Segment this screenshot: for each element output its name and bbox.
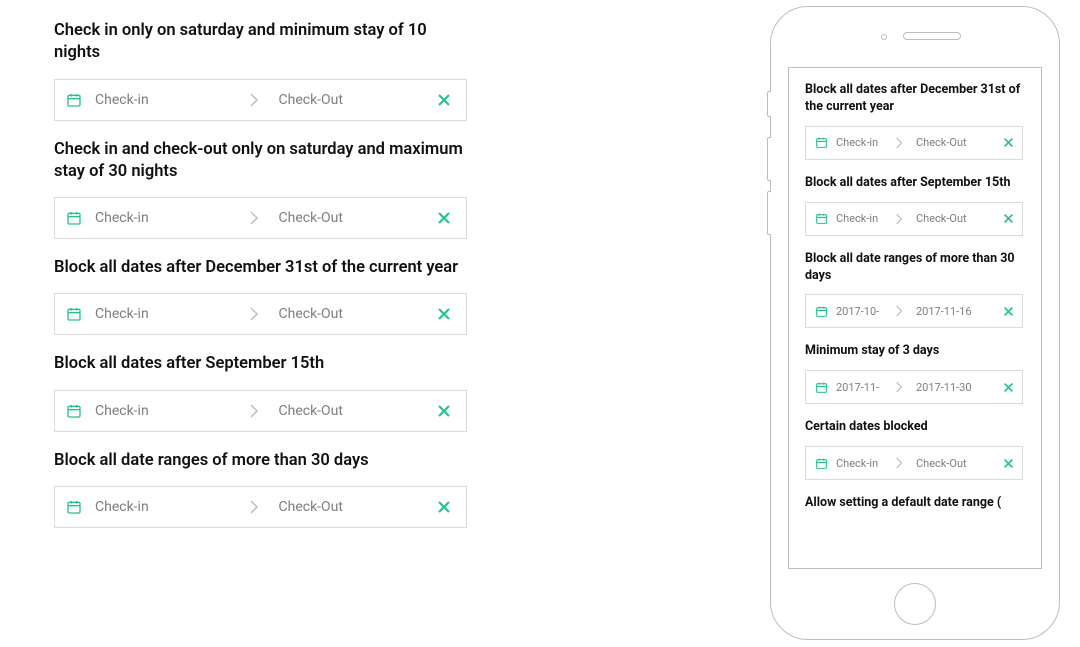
calendar-icon	[55, 210, 93, 226]
clear-button[interactable]	[422, 500, 466, 514]
checkin-field[interactable]: Check-in	[93, 306, 239, 322]
phone-frame: Block all dates after December 31st of t…	[770, 6, 1060, 640]
calendar-icon	[55, 499, 93, 515]
date-range-input[interactable]: Check-in Check-Out	[54, 390, 467, 432]
example-item: Check in only on saturday and minimum st…	[54, 20, 520, 121]
date-range-input[interactable]: 2017-10- 2017-11-16	[805, 294, 1023, 328]
date-range-input[interactable]: Check-in Check-Out	[54, 79, 467, 121]
checkout-field[interactable]: Check-Out	[910, 136, 994, 149]
checkin-field[interactable]: Check-in	[93, 210, 239, 226]
checkin-field[interactable]: Check-in	[93, 92, 239, 108]
date-range-input[interactable]: Check-in Check-Out	[54, 197, 467, 239]
phone-speaker	[903, 32, 961, 40]
calendar-icon	[806, 457, 836, 470]
checkout-field[interactable]: Check-Out	[910, 457, 994, 470]
chevron-right-icon	[888, 213, 910, 225]
chevron-right-icon	[888, 381, 910, 393]
clear-button[interactable]	[422, 93, 466, 107]
phone-side-button	[767, 137, 771, 181]
example-title: Block all dates after December 31st of t…	[54, 257, 464, 279]
chevron-right-icon	[888, 457, 910, 469]
example-item: Block all dates after December 31st of t…	[805, 82, 1027, 160]
example-title: Check in and check-out only on saturday …	[54, 139, 464, 184]
example-item: Minimum stay of 3 days 2017-11- 2017-11-…	[805, 343, 1027, 404]
phone-side-button	[767, 91, 771, 117]
clear-button[interactable]	[994, 458, 1022, 469]
example-item: Allow setting a default date range (	[805, 495, 1027, 512]
example-item: Block all date ranges of more than 30 da…	[805, 251, 1027, 329]
device-preview: Block all dates after December 31st of t…	[770, 6, 1060, 640]
clear-button[interactable]	[994, 213, 1022, 224]
checkout-field[interactable]: Check-Out	[910, 212, 994, 225]
checkin-field[interactable]: 2017-10-	[836, 305, 888, 318]
example-title: Block all date ranges of more than 30 da…	[54, 450, 464, 472]
phone-home-button	[894, 583, 936, 625]
example-title: Certain dates blocked	[805, 419, 1027, 436]
phone-screen[interactable]: Block all dates after December 31st of t…	[788, 67, 1042, 569]
checkout-field[interactable]: Check-Out	[269, 403, 423, 419]
example-title: Block all dates after December 31st of t…	[805, 82, 1027, 116]
clear-button[interactable]	[422, 211, 466, 225]
date-range-input[interactable]: Check-in Check-Out	[54, 293, 467, 335]
phone-camera	[881, 34, 887, 40]
checkout-field[interactable]: Check-Out	[269, 92, 423, 108]
checkout-field[interactable]: 2017-11-30	[910, 381, 994, 394]
chevron-right-icon	[239, 93, 269, 107]
example-title: Block all date ranges of more than 30 da…	[805, 251, 1027, 285]
example-item: Block all dates after December 31st of t…	[54, 257, 520, 335]
checkin-field[interactable]: Check-in	[836, 136, 888, 149]
example-title: Minimum stay of 3 days	[805, 343, 1027, 360]
calendar-icon	[806, 381, 836, 394]
checkout-field[interactable]: Check-Out	[269, 306, 423, 322]
clear-button[interactable]	[994, 306, 1022, 317]
calendar-icon	[55, 92, 93, 108]
clear-button[interactable]	[422, 404, 466, 418]
chevron-right-icon	[239, 211, 269, 225]
date-range-input[interactable]: Check-in Check-Out	[805, 446, 1023, 480]
calendar-icon	[55, 403, 93, 419]
calendar-icon	[806, 212, 836, 225]
example-title: Allow setting a default date range (	[805, 495, 1027, 512]
clear-button[interactable]	[422, 307, 466, 321]
date-range-input[interactable]: 2017-11- 2017-11-30	[805, 370, 1023, 404]
clear-button[interactable]	[994, 382, 1022, 393]
checkin-field[interactable]: Check-in	[836, 457, 888, 470]
calendar-icon	[806, 305, 836, 318]
checkout-field[interactable]: Check-Out	[269, 499, 423, 515]
checkin-field[interactable]: 2017-11-	[836, 381, 888, 394]
chevron-right-icon	[239, 307, 269, 321]
date-range-input[interactable]: Check-in Check-Out	[54, 486, 467, 528]
example-title: Check in only on saturday and minimum st…	[54, 20, 464, 65]
chevron-right-icon	[239, 404, 269, 418]
example-item: Block all dates after September 15th Che…	[805, 175, 1027, 236]
chevron-right-icon	[888, 137, 910, 149]
phone-side-button	[767, 191, 771, 235]
example-item: Check in and check-out only on saturday …	[54, 139, 520, 240]
checkin-field[interactable]: Check-in	[93, 499, 239, 515]
example-item: Certain dates blocked Check-in Check-Out	[805, 419, 1027, 480]
example-title: Block all dates after September 15th	[805, 175, 1027, 192]
example-item: Block all dates after September 15th Che…	[54, 353, 520, 431]
checkin-field[interactable]: Check-in	[836, 212, 888, 225]
chevron-right-icon	[239, 500, 269, 514]
date-range-input[interactable]: Check-in Check-Out	[805, 202, 1023, 236]
checkout-field[interactable]: Check-Out	[269, 210, 423, 226]
calendar-icon	[55, 306, 93, 322]
examples-list: Check in only on saturday and minimum st…	[0, 0, 520, 647]
checkin-field[interactable]: Check-in	[93, 403, 239, 419]
example-title: Block all dates after September 15th	[54, 353, 464, 375]
example-item: Block all date ranges of more than 30 da…	[54, 450, 520, 528]
date-range-input[interactable]: Check-in Check-Out	[805, 126, 1023, 160]
checkout-field[interactable]: 2017-11-16	[910, 305, 994, 318]
chevron-right-icon	[888, 305, 910, 317]
clear-button[interactable]	[994, 137, 1022, 148]
calendar-icon	[806, 136, 836, 149]
